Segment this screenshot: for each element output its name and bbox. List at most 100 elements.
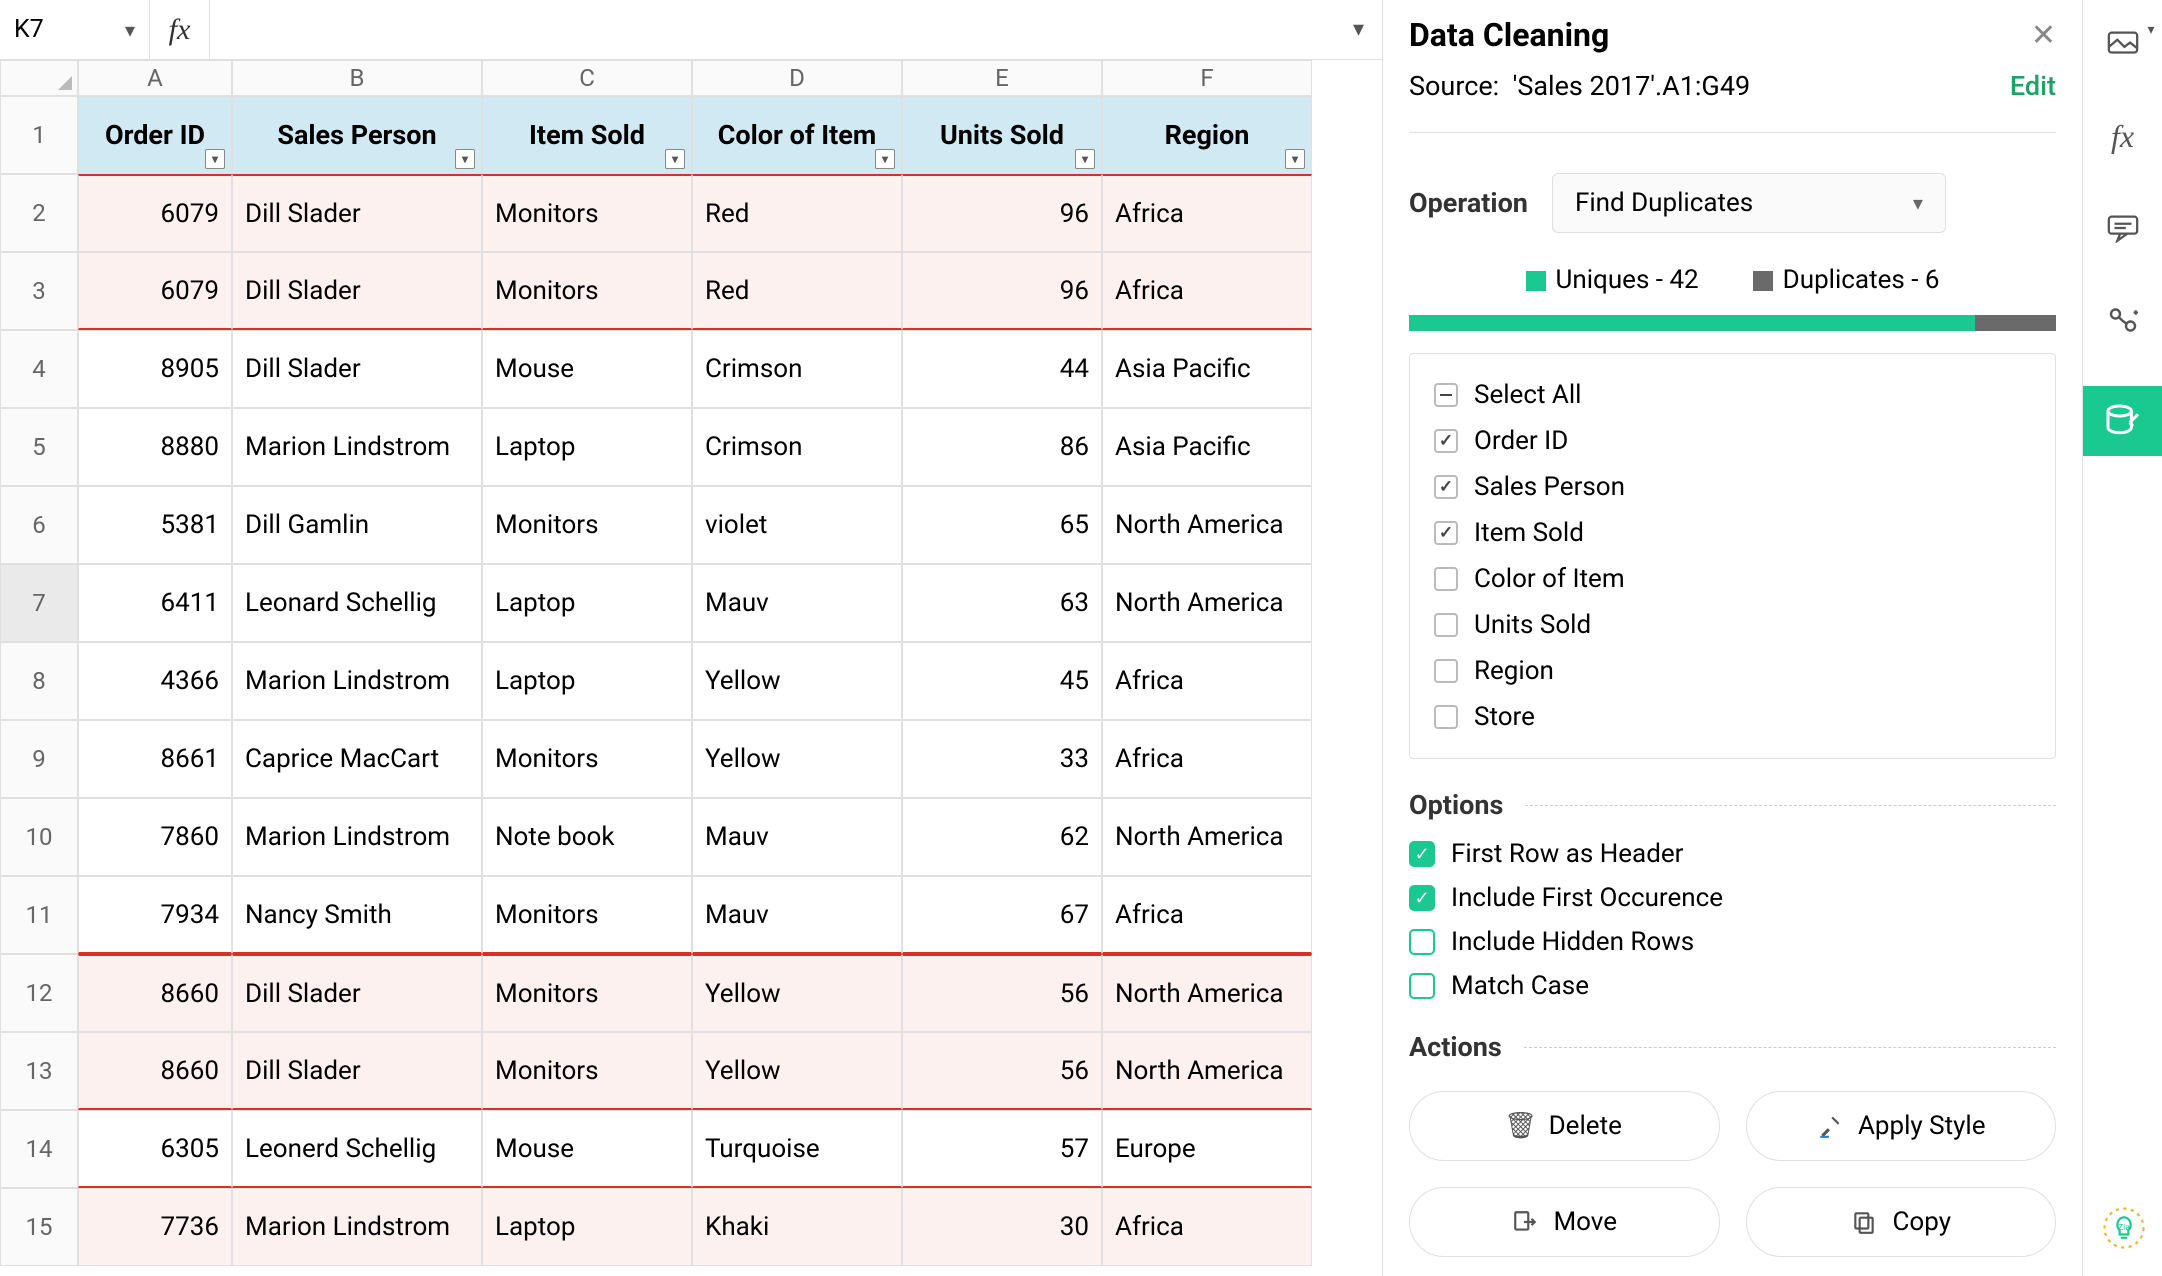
table-header-cell[interactable]: Color of Item▾ (692, 96, 902, 174)
table-cell[interactable]: 6079 (78, 252, 232, 330)
table-cell[interactable]: North America (1102, 798, 1312, 876)
table-cell[interactable]: Mouse (482, 330, 692, 408)
option-row[interactable]: Include Hidden Rows (1409, 927, 2056, 957)
table-cell[interactable]: Asia Pacific (1102, 330, 1312, 408)
table-cell[interactable]: 6305 (78, 1110, 232, 1188)
data-cleaning-icon[interactable] (2083, 386, 2162, 456)
field-checkbox-row[interactable]: Color of Item (1410, 556, 2055, 602)
table-cell[interactable]: Mauv (692, 876, 902, 954)
table-cell[interactable]: Marion Lindstrom (232, 1188, 482, 1266)
column-header[interactable]: A (78, 60, 232, 96)
table-cell[interactable]: Monitors (482, 174, 692, 252)
fx-icon[interactable]: fx (2097, 110, 2149, 162)
table-cell[interactable]: Africa (1102, 720, 1312, 798)
option-row[interactable]: Match Case (1409, 971, 2056, 1001)
checkbox[interactable] (1409, 973, 1435, 999)
table-cell[interactable]: Africa (1102, 642, 1312, 720)
table-cell[interactable]: Crimson (692, 408, 902, 486)
checkbox[interactable] (1434, 659, 1458, 683)
row-header[interactable]: 5 (0, 408, 78, 486)
option-row[interactable]: Include First Occurence (1409, 883, 2056, 913)
table-cell[interactable]: 6079 (78, 174, 232, 252)
table-cell[interactable]: Mouse (482, 1110, 692, 1188)
filter-chevron-icon[interactable]: ▾ (665, 149, 685, 169)
field-checkbox-row[interactable]: Region (1410, 648, 2055, 694)
move-button[interactable]: Move (1409, 1187, 1720, 1257)
checkbox[interactable] (1434, 567, 1458, 591)
table-cell[interactable]: Leonard Schellig (232, 564, 482, 642)
table-cell[interactable]: 56 (902, 1032, 1102, 1110)
table-cell[interactable]: Laptop (482, 408, 692, 486)
table-cell[interactable]: Dill Slader (232, 330, 482, 408)
row-header[interactable]: 3 (0, 252, 78, 330)
select-all-corner[interactable] (0, 60, 78, 96)
table-cell[interactable]: Mauv (692, 564, 902, 642)
table-cell[interactable]: 8905 (78, 330, 232, 408)
row-header[interactable]: 10 (0, 798, 78, 876)
table-cell[interactable]: 8661 (78, 720, 232, 798)
table-cell[interactable]: Note book (482, 798, 692, 876)
table-cell[interactable]: Yellow (692, 1032, 902, 1110)
checkbox[interactable] (1434, 475, 1458, 499)
lightbulb-icon[interactable]: Zia (2098, 1202, 2150, 1258)
table-cell[interactable]: Turquoise (692, 1110, 902, 1188)
table-cell[interactable]: Monitors (482, 486, 692, 564)
table-cell[interactable]: 4366 (78, 642, 232, 720)
table-cell[interactable]: Red (692, 252, 902, 330)
field-checkbox-row[interactable]: Store (1410, 694, 2055, 740)
checkbox[interactable] (1434, 613, 1458, 637)
table-cell[interactable]: 86 (902, 408, 1102, 486)
table-cell[interactable]: Monitors (482, 252, 692, 330)
operation-select[interactable]: Find Duplicates ▾ (1552, 173, 1946, 233)
table-cell[interactable]: North America (1102, 954, 1312, 1032)
table-cell[interactable]: North America (1102, 564, 1312, 642)
table-cell[interactable]: Red (692, 174, 902, 252)
column-header[interactable]: D (692, 60, 902, 96)
column-header[interactable]: B (232, 60, 482, 96)
table-cell[interactable]: Africa (1102, 174, 1312, 252)
edit-link[interactable]: Edit (2010, 70, 2056, 102)
table-cell[interactable]: Dill Slader (232, 1032, 482, 1110)
table-cell[interactable]: Crimson (692, 330, 902, 408)
table-cell[interactable]: Khaki (692, 1188, 902, 1266)
table-cell[interactable]: Monitors (482, 1032, 692, 1110)
table-cell[interactable]: Yellow (692, 642, 902, 720)
table-cell[interactable]: 7860 (78, 798, 232, 876)
checkbox[interactable] (1434, 429, 1458, 453)
table-cell[interactable]: 62 (902, 798, 1102, 876)
share-icon[interactable] (2097, 294, 2149, 346)
table-cell[interactable]: Marion Lindstrom (232, 798, 482, 876)
checkbox[interactable] (1434, 383, 1458, 407)
option-row[interactable]: First Row as Header (1409, 839, 2056, 869)
table-cell[interactable]: 57 (902, 1110, 1102, 1188)
row-header[interactable]: 1 (0, 96, 78, 174)
delete-button[interactable]: 🗑 Delete (1409, 1091, 1720, 1161)
table-cell[interactable]: North America (1102, 486, 1312, 564)
table-cell[interactable]: violet (692, 486, 902, 564)
filter-chevron-icon[interactable]: ▾ (1075, 149, 1095, 169)
table-cell[interactable]: Caprice MacCart (232, 720, 482, 798)
table-cell[interactable]: Laptop (482, 1188, 692, 1266)
table-cell[interactable]: 56 (902, 954, 1102, 1032)
checkbox[interactable] (1409, 885, 1435, 911)
close-icon[interactable]: ✕ (2031, 18, 2056, 53)
row-header[interactable]: 11 (0, 876, 78, 954)
table-header-cell[interactable]: Item Sold▾ (482, 96, 692, 174)
table-cell[interactable]: 6411 (78, 564, 232, 642)
table-cell[interactable]: Africa (1102, 252, 1312, 330)
apply-style-button[interactable]: Apply Style (1746, 1091, 2057, 1161)
row-header[interactable]: 7 (0, 564, 78, 642)
row-header[interactable]: 6 (0, 486, 78, 564)
table-cell[interactable]: Leonerd Schellig (232, 1110, 482, 1188)
table-cell[interactable]: 8660 (78, 1032, 232, 1110)
row-header[interactable]: 9 (0, 720, 78, 798)
table-cell[interactable]: North America (1102, 1032, 1312, 1110)
table-cell[interactable]: Marion Lindstrom (232, 408, 482, 486)
table-cell[interactable]: Asia Pacific (1102, 408, 1312, 486)
column-header[interactable]: F (1102, 60, 1312, 96)
filter-chevron-icon[interactable]: ▾ (205, 149, 225, 169)
table-cell[interactable]: Laptop (482, 642, 692, 720)
table-cell[interactable]: 44 (902, 330, 1102, 408)
table-cell[interactable]: Monitors (482, 720, 692, 798)
row-header[interactable]: 2 (0, 174, 78, 252)
